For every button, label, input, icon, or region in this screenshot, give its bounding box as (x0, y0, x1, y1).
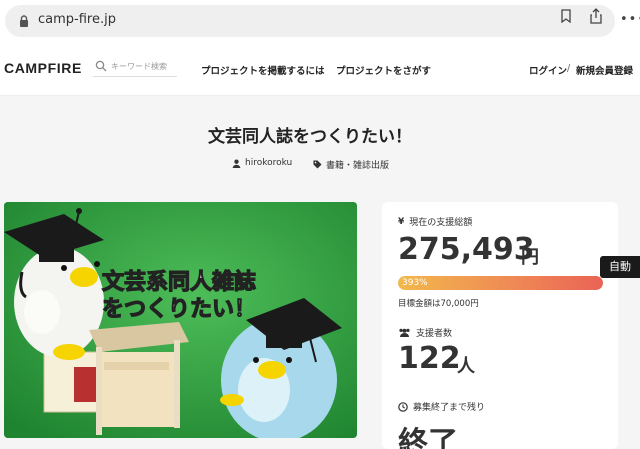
bookmark-icon[interactable] (560, 9, 572, 23)
backers-label: 支援者数 (398, 326, 452, 339)
total-label: ¥ 現在の支援総額 (398, 215, 473, 229)
progress-percent: 393% (402, 278, 428, 288)
project-title: 文芸同人誌をつくりたい！ (208, 127, 412, 147)
total-label-text: 現在の支援総額 (409, 218, 473, 228)
user-icon (232, 159, 241, 168)
clock-icon (398, 401, 408, 412)
more-options-icon[interactable]: ••• (620, 12, 640, 27)
backers-label-text: 支援者数 (416, 329, 453, 339)
share-icon[interactable] (589, 8, 603, 24)
project-owner[interactable]: hirokoroku (232, 158, 292, 168)
time-left-label: 募集終了まで残り (398, 400, 485, 413)
address-bar[interactable]: camp-fire.jp (5, 5, 615, 37)
search-input[interactable]: キーワード検索 (93, 57, 177, 77)
search-placeholder: キーワード検索 (111, 62, 167, 71)
separator: / (567, 63, 571, 74)
people-icon (399, 328, 410, 337)
nav-link-find-projects[interactable]: プロジェクトをさがす (336, 63, 431, 77)
image-caption-line-2: をつくりたい！ (102, 297, 256, 322)
site-header: CAMPFIRE キーワード検索 プロジェクトを掲載するには プロジェクトをさが… (0, 42, 640, 96)
login-link[interactable]: ログイン (529, 63, 567, 77)
time-left-label-text: 募集終了まで残り (413, 403, 486, 413)
total-amount: 275,493 (398, 232, 535, 267)
project-main-image[interactable]: 文芸系同人雑誌 をつくりたい！ (4, 202, 357, 438)
progress-bar (398, 276, 603, 290)
total-unit: 円 (521, 247, 539, 268)
url-text: camp-fire.jp (38, 12, 116, 27)
funding-stats-card: ¥ 現在の支援総額 275,493 円 393% 目標金額は70,000円 支援… (382, 202, 618, 449)
tag-icon (313, 160, 322, 169)
target-amount: 目標金額は70,000円 (398, 299, 479, 309)
owner-name: hirokoroku (245, 158, 293, 168)
lock-icon (20, 15, 28, 27)
search-icon (95, 60, 107, 72)
backers-count: 122 (398, 341, 461, 376)
site-logo[interactable]: CAMPFIRE (4, 60, 82, 76)
register-link[interactable]: 新規会員登録 (576, 63, 633, 77)
image-caption-line-1: 文芸系同人雑誌 (102, 269, 256, 295)
hero-illustration: 文芸系同人雑誌 をつくりたい！ (4, 202, 357, 438)
project-category[interactable]: 書籍・雑誌出版 (313, 158, 389, 171)
auto-translate-badge[interactable]: 自動 (600, 256, 640, 278)
time-left-value: 終了 (398, 426, 458, 449)
progress-fill (398, 276, 603, 290)
browser-toolbar: camp-fire.jp ••• (0, 0, 640, 42)
yen-icon: ¥ (398, 216, 405, 227)
category-name: 書籍・雑誌出版 (326, 161, 390, 171)
backers-unit: 人 (457, 356, 475, 377)
nav-link-start-project[interactable]: プロジェクトを掲載するには (201, 63, 325, 77)
